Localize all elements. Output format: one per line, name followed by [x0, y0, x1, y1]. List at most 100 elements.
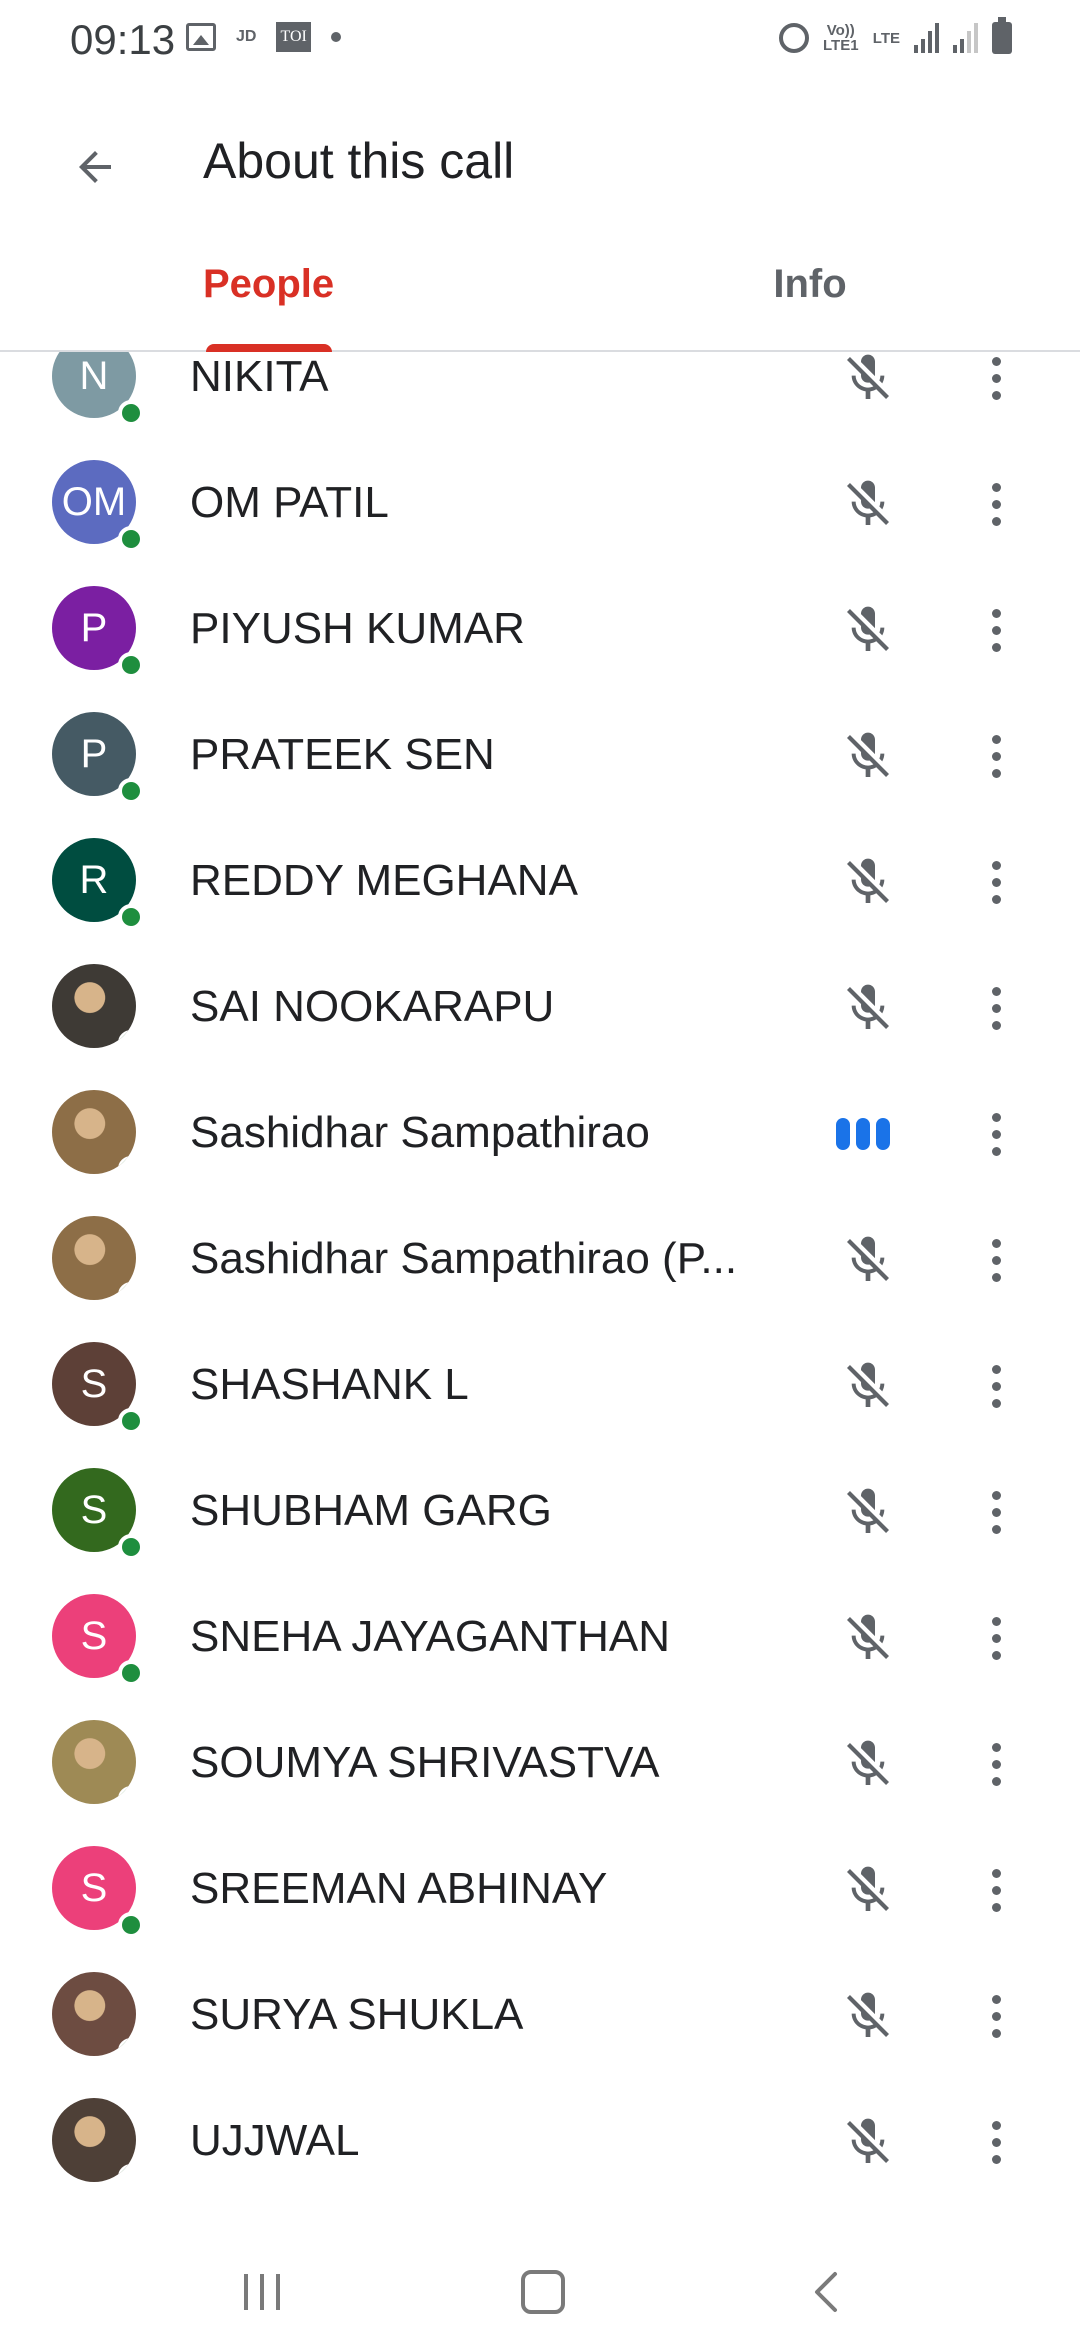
participant-row[interactable]: Sashidhar Sampathirao (P...: [0, 1194, 1080, 1320]
more-options-button[interactable]: [966, 472, 1026, 536]
mic-off-icon: [840, 476, 896, 532]
mic-off-icon: [840, 854, 896, 910]
participant-name: SHUBHAM GARG: [190, 1486, 552, 1535]
avatar-initials: OM: [61, 479, 127, 524]
more-options-button[interactable]: [966, 1102, 1026, 1166]
mic-off-icon: [840, 1862, 896, 1918]
more-vert-icon: [991, 1364, 1001, 1374]
jd-icon: JD: [236, 28, 257, 45]
online-status-icon: [118, 400, 144, 426]
more-options-button[interactable]: [966, 1858, 1026, 1922]
participant-row[interactable]: S SHASHANK L: [0, 1320, 1080, 1446]
battery-icon: [992, 17, 1012, 54]
avatar-initials: S: [80, 1865, 108, 1910]
more-vert-icon: [991, 1238, 1001, 1248]
participant-row[interactable]: S SHUBHAM GARG: [0, 1446, 1080, 1572]
online-status-icon: [118, 1786, 136, 1804]
online-status-icon: [118, 904, 144, 930]
online-status-icon: [118, 2164, 136, 2182]
participant-name: SREEMAN ABHINAY: [190, 1864, 608, 1913]
participant-name: Sashidhar Sampathirao: [190, 1108, 650, 1157]
participant-row[interactable]: P PRATEEK SEN: [0, 690, 1080, 816]
status-left-icons: JD TOI: [186, 22, 341, 52]
mic-off-icon: [840, 980, 896, 1036]
back-button[interactable]: [52, 124, 138, 210]
participant-row[interactable]: UJJWAL: [0, 2076, 1080, 2202]
more-vert-icon: [991, 1868, 1001, 1878]
participant-name: SHASHANK L: [190, 1360, 469, 1409]
tab-info[interactable]: Info: [540, 240, 1080, 350]
participant-name: NIKITA: [190, 352, 329, 401]
more-options-button[interactable]: [966, 1228, 1026, 1292]
mic-off-icon: [840, 1736, 896, 1792]
more-options-button[interactable]: [966, 2110, 1026, 2174]
participant-name: SURYA SHUKLA: [190, 1990, 524, 2039]
participant-name: OM PATIL: [190, 478, 389, 527]
status-bar: 09:13 JD TOI Vo)) LTE1 LTE: [0, 0, 1080, 84]
participant-row[interactable]: SAI NOOKARAPU: [0, 942, 1080, 1068]
more-vert-icon: [991, 734, 1001, 744]
avatar: R: [52, 838, 144, 930]
more-options-button[interactable]: [966, 352, 1026, 410]
avatar: P: [52, 586, 144, 678]
more-options-button[interactable]: [966, 1984, 1026, 2048]
lte-icon: LTE: [872, 29, 900, 47]
more-options-button[interactable]: [966, 1354, 1026, 1418]
participant-list-inner: N NIKITA OM OM PATIL P PIYUSH KUMAR P PR…: [0, 352, 1080, 2202]
online-status-icon: [118, 2038, 136, 2056]
home-button[interactable]: [503, 2262, 583, 2322]
avatar: S: [52, 1468, 144, 1560]
online-status-icon: [118, 1156, 136, 1174]
mic-off-icon: [840, 352, 896, 406]
avatar-photo: [52, 1972, 136, 2056]
more-options-button[interactable]: [966, 1480, 1026, 1544]
participant-row[interactable]: S SNEHA JAYAGANTHAN: [0, 1572, 1080, 1698]
online-status-icon: [118, 778, 144, 804]
participant-row[interactable]: P PIYUSH KUMAR: [0, 564, 1080, 690]
avatar-photo: [52, 1720, 136, 1804]
avatar-photo: [52, 1216, 136, 1300]
participant-list[interactable]: N NIKITA OM OM PATIL P PIYUSH KUMAR P PR…: [0, 352, 1080, 2232]
participant-name: PIYUSH KUMAR: [190, 604, 525, 653]
more-options-button[interactable]: [966, 1606, 1026, 1670]
signal-icon: [914, 23, 939, 53]
participant-row[interactable]: SOUMYA SHRIVASTVA: [0, 1698, 1080, 1824]
participant-row[interactable]: N NIKITA: [0, 352, 1080, 438]
avatar: S: [52, 1342, 144, 1434]
avatar-photo: [52, 1090, 136, 1174]
gallery-icon: [186, 23, 216, 51]
more-options-button[interactable]: [966, 1732, 1026, 1796]
participant-name: SOUMYA SHRIVASTVA: [190, 1738, 660, 1787]
online-status-icon: [118, 526, 144, 552]
more-vert-icon: [991, 1616, 1001, 1626]
participant-name: SNEHA JAYAGANTHAN: [190, 1612, 671, 1661]
participant-row[interactable]: Sashidhar Sampathirao: [0, 1068, 1080, 1194]
speaking-indicator-icon: [836, 1118, 890, 1150]
recents-button[interactable]: [222, 2262, 302, 2322]
participant-row[interactable]: S SREEMAN ABHINAY: [0, 1824, 1080, 1950]
avatar-initials: N: [79, 353, 109, 398]
online-status-icon: [118, 1408, 144, 1434]
signal-icon: [953, 23, 978, 53]
back-icon: [815, 2272, 837, 2312]
more-options-button[interactable]: [966, 724, 1026, 788]
more-options-button[interactable]: [966, 850, 1026, 914]
toi-icon: TOI: [276, 22, 311, 52]
online-status-icon: [118, 1030, 136, 1048]
avatar-initials: P: [80, 605, 108, 650]
online-status-icon: [118, 1660, 144, 1686]
participant-row[interactable]: R REDDY MEGHANA: [0, 816, 1080, 942]
more-options-button[interactable]: [966, 598, 1026, 662]
participant-row[interactable]: SURYA SHUKLA: [0, 1950, 1080, 2076]
more-vert-icon: [991, 860, 1001, 870]
more-vert-icon: [991, 1994, 1001, 2004]
system-back-button[interactable]: [786, 2262, 866, 2322]
avatar-initials: S: [80, 1487, 108, 1532]
app-bar: About this call: [0, 110, 1080, 210]
avatar-initials: S: [80, 1613, 108, 1658]
more-options-button[interactable]: [966, 976, 1026, 1040]
tab-people[interactable]: People: [0, 240, 540, 350]
participant-row[interactable]: OM OM PATIL: [0, 438, 1080, 564]
participant-name: UJJWAL: [190, 2116, 360, 2165]
home-icon: [521, 2270, 565, 2314]
